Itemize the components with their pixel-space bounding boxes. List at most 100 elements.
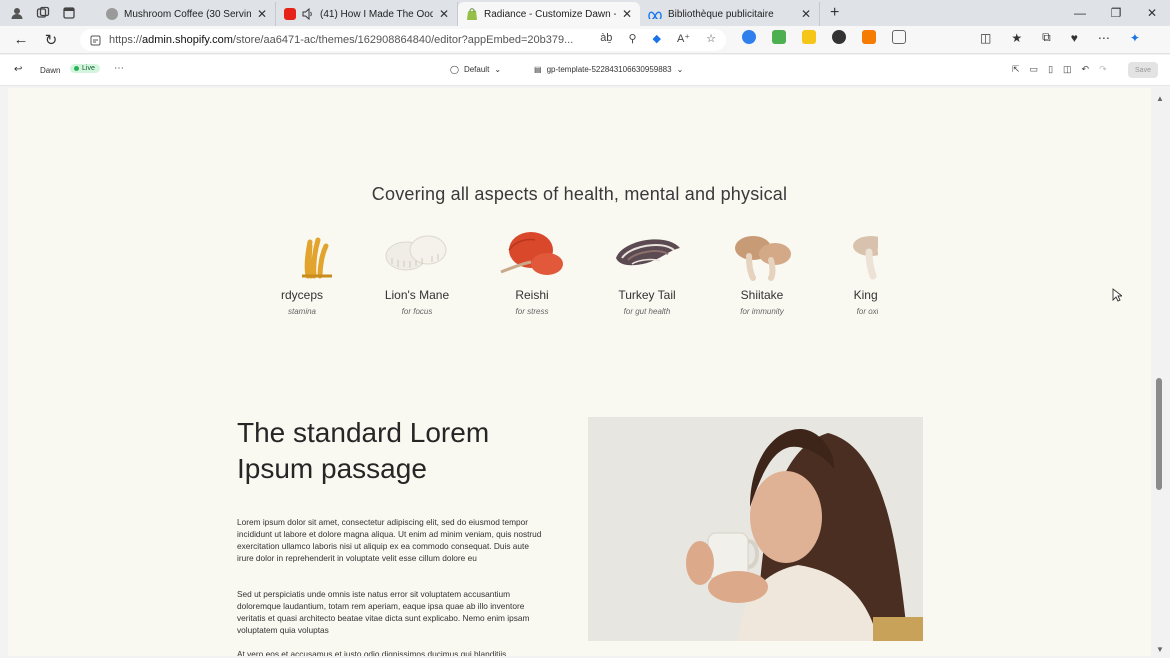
mushroom-name: Shiitake — [740, 288, 784, 302]
scroll-down-icon[interactable]: ▼ — [1156, 645, 1164, 654]
close-window-icon[interactable]: ✕ — [1134, 6, 1170, 20]
turkey-tail-illustration — [616, 239, 680, 266]
collections-icon[interactable]: ⧉ — [1042, 30, 1051, 45]
redo-icon[interactable]: ↷ — [1099, 64, 1107, 75]
feature-title: The standard Lorem Ipsum passage — [237, 417, 490, 484]
site-info-icon[interactable] — [90, 35, 101, 46]
page-template-label: gp-template-522843106630959883 — [546, 65, 672, 74]
translate-icon[interactable]: àḇ — [600, 32, 612, 45]
mushroom-benefit: for oxidativ — [856, 307, 878, 316]
extension-pen-icon[interactable] — [892, 30, 906, 44]
mushroom-name: Lion's Mane — [384, 288, 450, 302]
extensions-bar — [742, 30, 906, 44]
browser-tab-meta-ads-library[interactable]: Bibliothèque publicitaire ✕ — [640, 2, 820, 26]
mushroom-card-reishi[interactable]: Reishi for stress — [474, 228, 590, 316]
scroll-up-icon[interactable]: ▲ — [1156, 94, 1164, 103]
mushroom-card-king-trumpet[interactable]: King Tru for oxidativ — [818, 228, 878, 316]
browser-tab-mushroom-coffee[interactable]: Mushroom Coffee (30 Servings) | ✕ — [98, 2, 276, 26]
exit-editor-icon[interactable]: ↩ — [14, 64, 22, 75]
fullscreen-icon[interactable]: ◫ — [1063, 64, 1072, 75]
chevron-down-icon: ⌄ — [676, 65, 684, 74]
browser-essentials-icon[interactable]: ♥ — [1071, 31, 1078, 45]
url-host: admin.shopify.com — [142, 34, 233, 46]
chevron-down-icon: ⌄ — [494, 65, 502, 74]
copilot-icon[interactable]: ✦ — [1130, 31, 1140, 45]
tab-actions-icon[interactable] — [62, 6, 76, 20]
window-controls: — ❐ ✕ — [1062, 0, 1170, 26]
reishi-illustration — [500, 232, 563, 275]
feature-paragraph: Sed ut perspiciatis unde omnis iste natu… — [237, 589, 530, 635]
back-arrow-icon[interactable]: ← — [6, 31, 36, 48]
read-aloud-icon[interactable]: A⁺ — [677, 32, 690, 45]
mushroom-benefit: for gut health — [623, 307, 671, 316]
url-path: /store/aa6471-ac/themes/162908864840/edi… — [232, 34, 574, 46]
mouse-cursor-icon — [1112, 288, 1124, 307]
restore-icon[interactable]: ❐ — [1098, 6, 1134, 20]
mushroom-card-shiitake[interactable]: Shiitake for immunity — [704, 228, 820, 316]
live-dot-icon — [74, 66, 79, 71]
extension-green-icon[interactable] — [772, 30, 786, 44]
new-tab-button[interactable]: + — [830, 4, 839, 22]
mushroom-card-lions-mane[interactable]: Lion's Mane for focus — [359, 228, 475, 316]
more-options-icon[interactable]: ⋯ — [1098, 31, 1110, 45]
template-selector[interactable]: ◯ Default ⌄ — [450, 65, 501, 74]
mushroom-card-turkey-tail[interactable]: Turkey Tail for gut health — [589, 228, 705, 316]
mushroom-name: Turkey Tail — [618, 288, 676, 302]
shopify-extension-icon[interactable]: ◆ — [653, 32, 661, 45]
workspaces-icon[interactable] — [36, 6, 50, 20]
browser-actions: ◫ ★ ⧉ ♥ ⋯ ✦ — [980, 30, 1140, 45]
extension-orange-icon[interactable] — [862, 30, 876, 44]
refresh-icon[interactable]: ↻ — [36, 31, 66, 49]
tab-title: Radiance - Customize Dawn - Sh — [484, 8, 616, 20]
desktop-view-icon[interactable]: ▭ — [1030, 64, 1039, 75]
mushroom-card-cordyceps[interactable]: rdyceps stamina — [280, 228, 360, 316]
tab-title: Mushroom Coffee (30 Servings) | — [124, 8, 251, 20]
close-tab-icon[interactable]: ✕ — [439, 7, 449, 21]
minimize-icon[interactable]: — — [1062, 6, 1098, 20]
extension-blue-icon[interactable] — [742, 30, 756, 44]
mobile-view-icon[interactable]: ▯ — [1048, 64, 1053, 75]
mushroom-benefit: stamina — [287, 307, 316, 316]
tab-title: Bibliothèque publicitaire — [668, 8, 774, 20]
mushroom-benefit: for immunity — [740, 307, 784, 316]
editor-tools: ⇱ ▭ ▯ ◫ ↶ ↷ — [1012, 64, 1107, 75]
page-icon: ▤ — [534, 65, 542, 74]
favorite-star-icon[interactable]: ☆ — [706, 32, 716, 45]
browser-tab-strip: Mushroom Coffee (30 Servings) | ✕ (41) H… — [0, 0, 1170, 26]
undo-icon[interactable]: ↶ — [1082, 64, 1090, 75]
close-tab-icon[interactable]: ✕ — [622, 7, 632, 21]
browser-tab-youtube[interactable]: (41) How I Made The Oodie ✕ — [276, 2, 458, 26]
extension-dark-icon[interactable] — [832, 30, 846, 44]
save-button[interactable]: Save — [1128, 62, 1158, 78]
url-field[interactable]: https://admin.shopify.com/store/aa6471-a… — [80, 29, 726, 51]
close-tab-icon[interactable]: ✕ — [801, 7, 811, 21]
extension-yellow-icon[interactable] — [802, 30, 816, 44]
split-screen-icon[interactable]: ◫ — [980, 31, 991, 45]
close-tab-icon[interactable]: ✕ — [257, 7, 267, 21]
page-template-selector[interactable]: ▤ gp-template-522843106630959883 ⌄ — [534, 65, 683, 74]
globe-icon: ◯ — [450, 65, 459, 74]
feature-paragraph: At vero eos et accusamus et iusto odio d… — [237, 649, 507, 656]
scrollbar-thumb[interactable] — [1156, 378, 1162, 490]
mushroom-benefit: for stress — [515, 307, 549, 316]
feature-paragraph: Lorem ipsum dolor sit amet, consectetur … — [237, 517, 542, 563]
url-scheme: https:// — [109, 34, 143, 46]
status-badge: Live — [70, 64, 100, 73]
favorites-icon[interactable]: ★ — [1011, 31, 1022, 45]
lions-mane-illustration — [385, 235, 447, 271]
speaker-icon[interactable] — [302, 8, 314, 20]
theme-editor-toolbar: ↩ Dawn Live ⋯ ◯ Default ⌄ ▤ gp-template-… — [0, 55, 1170, 86]
browser-tab-shopify-editor[interactable]: Radiance - Customize Dawn - Sh ✕ — [458, 2, 640, 26]
shiitake-illustration — [735, 236, 791, 281]
zoom-icon[interactable]: ⚲ — [628, 32, 636, 45]
mushroom-carousel[interactable]: rdyceps stamina Lion's Mane for focus Re… — [280, 228, 878, 328]
mushroom-name: Reishi — [515, 288, 549, 302]
theme-name: Dawn — [40, 66, 61, 75]
youtube-icon — [284, 8, 296, 20]
theme-actions-icon[interactable]: ⋯ — [114, 63, 124, 74]
profile-icon[interactable] — [10, 6, 24, 20]
section-heading: Covering all aspects of health, mental a… — [371, 184, 788, 204]
inspector-icon[interactable]: ⇱ — [1012, 64, 1020, 75]
preview-scrollbar[interactable]: ▲ ▼ — [1151, 88, 1170, 658]
shopify-bag-icon — [466, 7, 478, 21]
